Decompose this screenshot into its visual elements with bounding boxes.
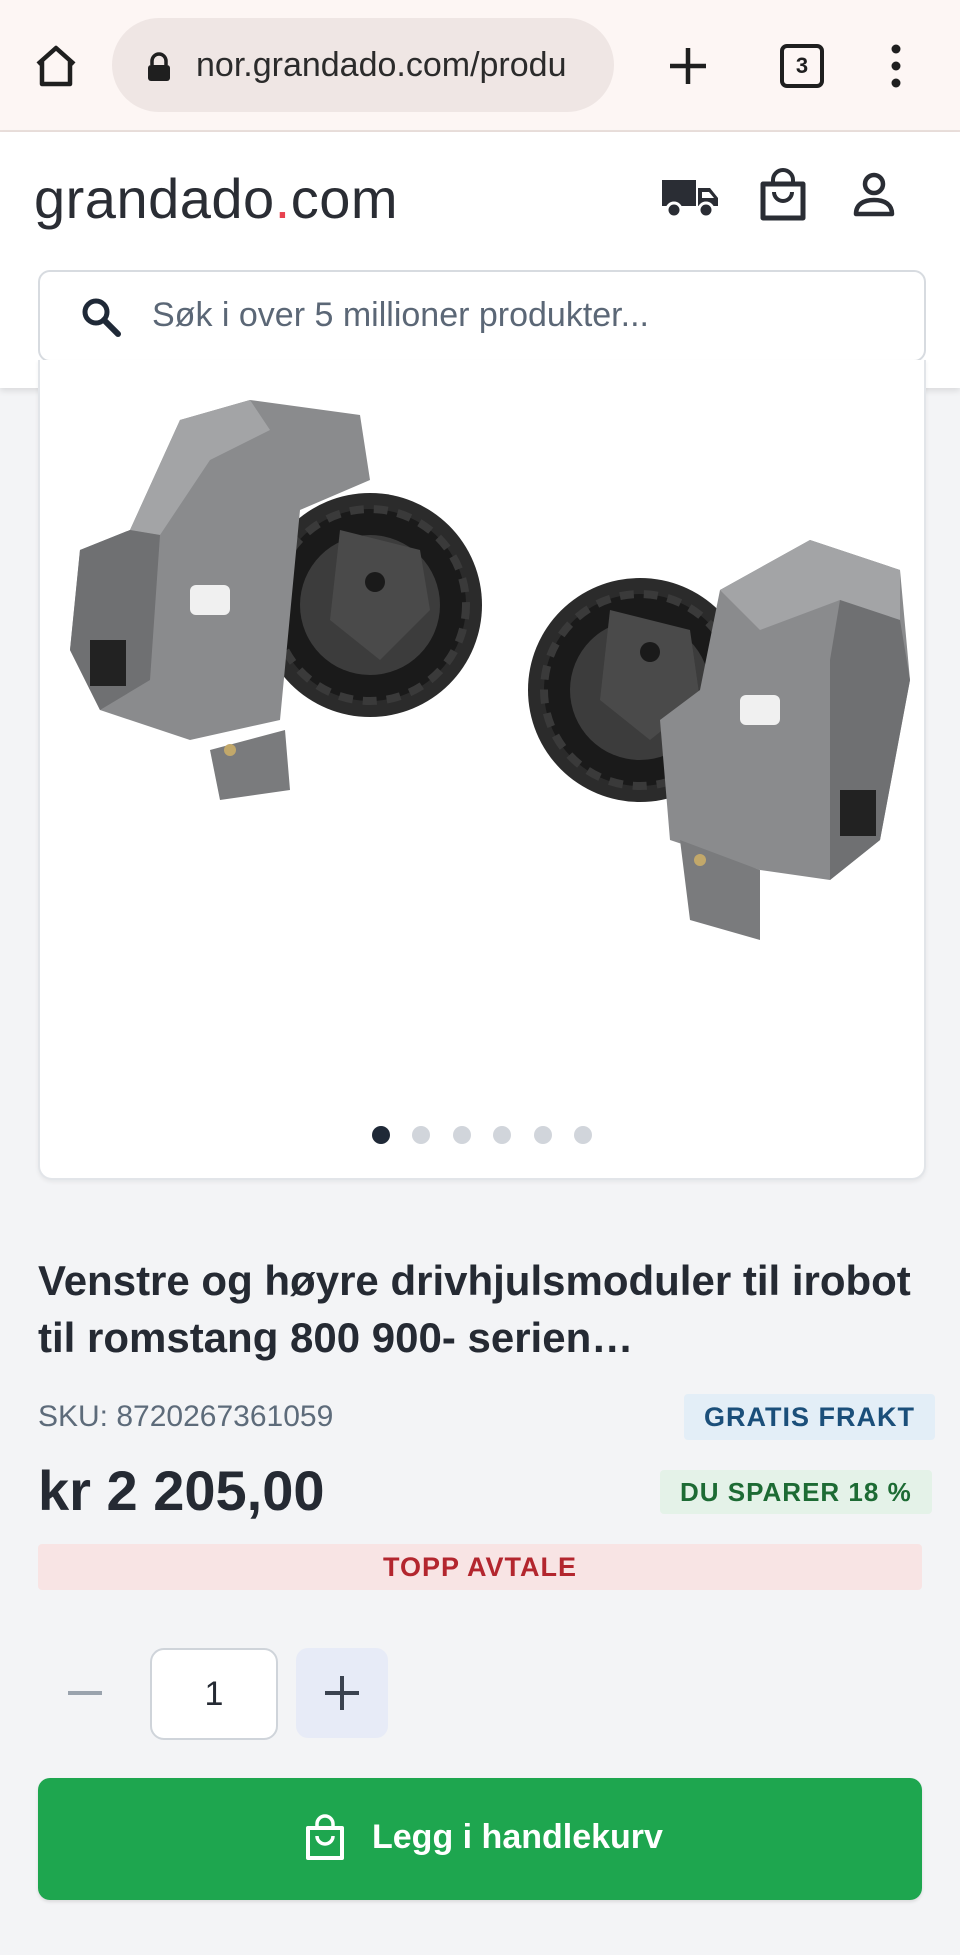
- product-sku: SKU: 8720267361059: [38, 1400, 334, 1433]
- search-input[interactable]: Søk i over 5 millioner produkter...: [152, 296, 649, 335]
- tab-switcher-icon[interactable]: 3: [780, 44, 824, 88]
- quantity-decrease-button[interactable]: [50, 1648, 120, 1738]
- home-icon[interactable]: [32, 42, 80, 90]
- user-icon[interactable]: [852, 172, 896, 218]
- product-image: [70, 400, 910, 940]
- search-bar[interactable]: Søk i over 5 millioner produkter...: [38, 270, 926, 362]
- carousel-indicator: [40, 1126, 924, 1149]
- lock-icon: [148, 52, 170, 81]
- carousel-dot[interactable]: [371, 1126, 390, 1144]
- shopping-bag-icon: [306, 1814, 344, 1860]
- search-icon: [82, 298, 121, 337]
- logo-dot: .: [274, 167, 291, 230]
- site-header: grandado.com Søk i over 5 millioner prod…: [0, 132, 960, 388]
- truck-icon[interactable]: [660, 172, 720, 220]
- product-title: Venstre og høyre drivhjulsmoduler til ir…: [38, 1257, 911, 1361]
- top-deal-banner: TOPP AVTALE: [38, 1544, 922, 1590]
- carousel-dot[interactable]: [412, 1126, 431, 1144]
- menu-kebab-icon[interactable]: [884, 44, 908, 88]
- quantity-increase-button[interactable]: [296, 1648, 388, 1738]
- shopping-bag-icon[interactable]: [758, 168, 808, 222]
- carousel-dot[interactable]: [574, 1126, 593, 1144]
- browser-toolbar: nor.grandado.com/produ 3: [0, 0, 960, 132]
- url-text: nor.grandado.com/produ: [196, 46, 567, 84]
- add-to-cart-label: Legg i handlekurv: [372, 1818, 663, 1856]
- product-image-carousel[interactable]: [38, 360, 926, 1180]
- carousel-dot[interactable]: [452, 1126, 471, 1144]
- quantity-input[interactable]: 1: [150, 1648, 278, 1740]
- add-to-cart-button[interactable]: Legg i handlekurv: [38, 1778, 922, 1900]
- site-logo[interactable]: grandado.com: [34, 166, 398, 231]
- logo-text-main: grandado: [34, 167, 275, 230]
- product-price: kr 2 205,00: [38, 1459, 325, 1522]
- carousel-dot[interactable]: [493, 1126, 512, 1144]
- savings-badge: DU SPARER 18 %: [660, 1470, 932, 1514]
- address-bar[interactable]: nor.grandado.com/produ: [112, 18, 614, 112]
- free-shipping-badge: GRATIS FRAKT: [684, 1394, 935, 1440]
- new-tab-icon[interactable]: [666, 44, 710, 88]
- carousel-dot[interactable]: [533, 1126, 552, 1144]
- logo-text-tld: com: [290, 167, 399, 230]
